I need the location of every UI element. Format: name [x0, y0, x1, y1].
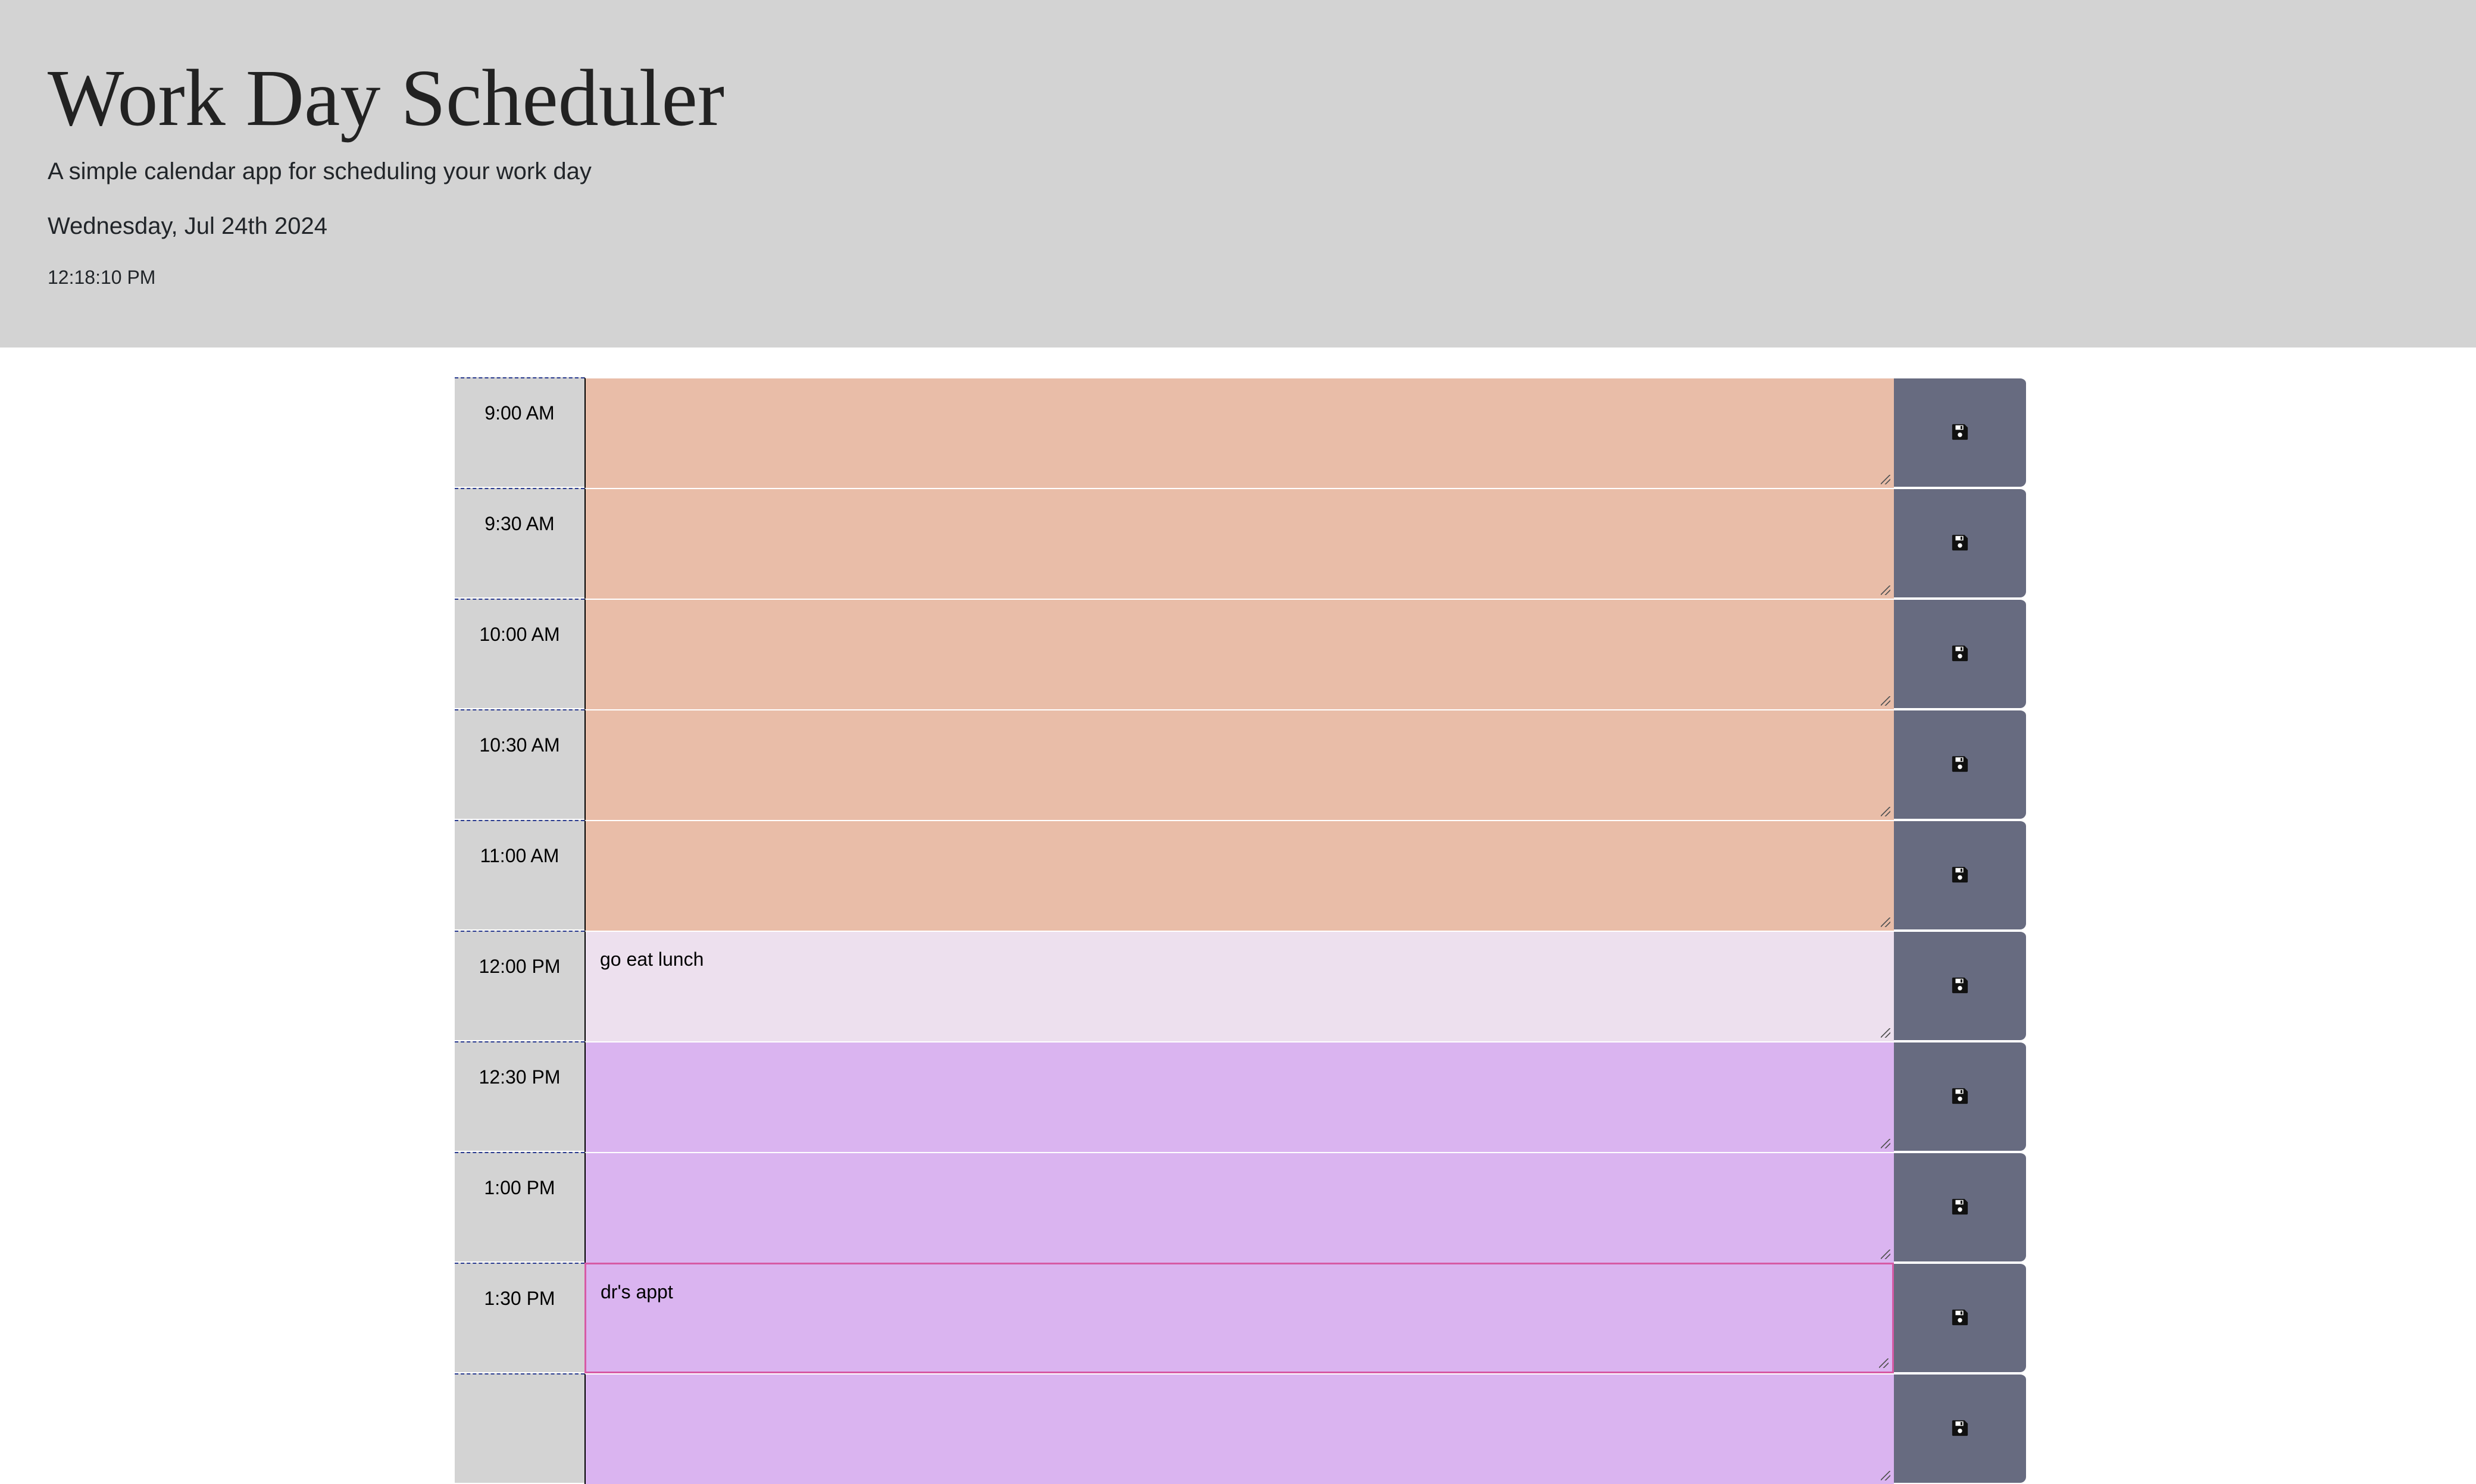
resize-grip-icon[interactable]	[1881, 918, 1890, 927]
header: Work Day Scheduler A simple calendar app…	[0, 0, 2476, 347]
resize-grip-icon[interactable]	[1881, 1139, 1890, 1148]
hour-label: 11:00 AM	[455, 820, 584, 929]
event-description-field[interactable]	[584, 820, 1894, 931]
floppy-disk-icon	[1951, 1087, 1969, 1107]
save-button[interactable]	[1894, 820, 2026, 929]
save-button[interactable]	[1894, 377, 2026, 487]
time-block: 12:00 PM go eat lunch	[455, 931, 2026, 1041]
schedule-container: 9:00 AM 9:30 AM 10:00 AM 10:30 AM 11:00 …	[455, 377, 2026, 1484]
resize-grip-icon[interactable]	[1881, 1028, 1890, 1038]
hour-label: 12:00 PM	[455, 931, 584, 1040]
resize-grip-icon[interactable]	[1879, 1358, 1889, 1368]
floppy-disk-icon	[1951, 1198, 1969, 1217]
resize-grip-icon[interactable]	[1881, 475, 1890, 484]
resize-grip-icon[interactable]	[1881, 1250, 1890, 1259]
floppy-disk-icon	[1951, 534, 1969, 553]
event-description-field[interactable]	[584, 599, 1894, 709]
current-date: Wednesday, Jul 24th 2024	[48, 213, 327, 239]
floppy-disk-icon	[1951, 1419, 1969, 1439]
event-description-field[interactable]	[584, 1152, 1894, 1263]
save-button[interactable]	[1894, 599, 2026, 708]
hour-label: 10:00 AM	[455, 599, 584, 708]
resize-grip-icon[interactable]	[1881, 1471, 1890, 1480]
floppy-disk-icon	[1951, 1308, 1969, 1328]
resize-grip-icon[interactable]	[1881, 586, 1890, 595]
hour-label: 10:30 AM	[455, 709, 584, 819]
save-button[interactable]	[1894, 709, 2026, 819]
event-description-field[interactable]: go eat lunch	[584, 931, 1894, 1041]
event-description-field[interactable]	[584, 488, 1894, 599]
page-title: Work Day Scheduler	[48, 54, 725, 143]
save-button[interactable]	[1894, 1152, 2026, 1261]
time-block: 11:00 AM	[455, 820, 2026, 931]
time-block: 12:30 PM	[455, 1041, 2026, 1152]
floppy-disk-icon	[1951, 755, 1969, 775]
event-description-field[interactable]	[584, 1041, 1894, 1152]
save-button[interactable]	[1894, 1373, 2026, 1483]
floppy-disk-icon	[1951, 644, 1969, 664]
time-block: 10:30 AM	[455, 709, 2026, 820]
time-block: 9:30 AM	[455, 488, 2026, 599]
hour-label	[455, 1373, 584, 1483]
hour-label: 9:30 AM	[455, 488, 584, 597]
resize-grip-icon[interactable]	[1881, 696, 1890, 706]
current-time: 12:18:10 PM	[48, 267, 156, 288]
hour-label: 12:30 PM	[455, 1041, 584, 1151]
resize-grip-icon[interactable]	[1881, 807, 1890, 816]
time-block: 1:00 PM	[455, 1152, 2026, 1263]
save-button[interactable]	[1894, 1041, 2026, 1151]
event-description-field[interactable]	[584, 709, 1894, 820]
time-block	[455, 1373, 2026, 1484]
event-description-field[interactable]	[584, 377, 1894, 488]
save-button[interactable]	[1894, 1263, 2026, 1372]
floppy-disk-icon	[1951, 976, 1969, 996]
time-block: 1:30 PM dr's appt	[455, 1263, 2026, 1373]
page-subtitle: A simple calendar app for scheduling you…	[48, 158, 592, 184]
hour-label: 9:00 AM	[455, 377, 584, 487]
save-button[interactable]	[1894, 488, 2026, 597]
hour-label: 1:30 PM	[455, 1263, 584, 1372]
hour-label: 1:00 PM	[455, 1152, 584, 1261]
floppy-disk-icon	[1951, 866, 1969, 885]
event-description-field[interactable]: dr's appt	[584, 1263, 1894, 1373]
event-description-field[interactable]	[584, 1373, 1894, 1484]
time-block: 10:00 AM	[455, 599, 2026, 709]
time-block: 9:00 AM	[455, 377, 2026, 488]
floppy-disk-icon	[1951, 423, 1969, 443]
save-button[interactable]	[1894, 931, 2026, 1040]
